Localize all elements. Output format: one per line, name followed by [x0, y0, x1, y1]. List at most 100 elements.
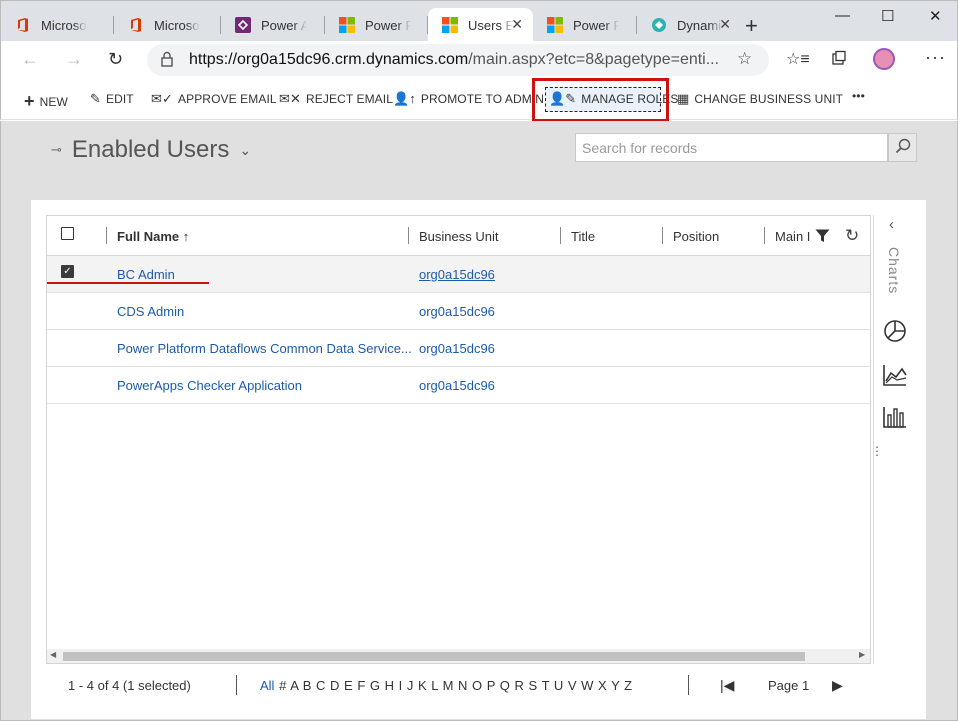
row-checkbox[interactable]: ✓: [61, 265, 74, 278]
view-header: ⊸ Enabled Users ⌄: [0, 121, 958, 200]
pin-icon[interactable]: ⊸: [51, 142, 62, 158]
profile-avatar[interactable]: [873, 48, 895, 70]
charts-label[interactable]: Charts: [886, 247, 902, 294]
charts-pane: ‹ Charts: [873, 215, 913, 664]
cell-full-name[interactable]: PowerApps Checker Application: [117, 378, 302, 393]
refresh-grid-icon[interactable]: ↻: [845, 226, 859, 246]
microsoft-icon: [547, 17, 563, 33]
table-row[interactable]: Power Platform Dataflows Common Data Ser…: [47, 330, 870, 367]
collections-icon[interactable]: [831, 50, 847, 69]
maximize-icon[interactable]: ☐: [881, 7, 894, 25]
column-header-position[interactable]: Position: [673, 229, 719, 244]
close-tab-icon[interactable]: ✕: [511, 16, 523, 33]
table-row[interactable]: ✓ BC Admin org0a15dc96: [47, 256, 870, 293]
area-chart-icon[interactable]: [882, 363, 908, 390]
search-button[interactable]: [888, 133, 917, 162]
column-separator: [560, 227, 561, 244]
manage-roles-button[interactable]: 👤✎ MANAGE ROLES: [549, 91, 679, 107]
refresh-icon[interactable]: ↻: [108, 49, 123, 70]
scrollbar-thumb[interactable]: [63, 652, 805, 661]
view-selector[interactable]: ⊸ Enabled Users ⌄: [51, 136, 251, 164]
record-count: 1 - 4 of 4 (1 selected): [68, 678, 191, 693]
office-icon: [128, 17, 144, 33]
favorite-star-icon[interactable]: ☆: [737, 49, 752, 69]
favorites-list-icon[interactable]: ☆≡: [786, 49, 810, 69]
filter-letters[interactable]: # A B C D E F G H I J K L M N O P Q R S …: [279, 678, 632, 693]
next-page-icon[interactable]: ▶: [832, 677, 843, 694]
filter-all[interactable]: All: [260, 678, 274, 693]
resize-handle-icon[interactable]: ⋮: [871, 445, 883, 457]
column-header-main[interactable]: Main I: [775, 229, 811, 244]
new-label: NEW: [39, 94, 68, 109]
promote-to-admin-button[interactable]: 👤↑ PROMOTE TO ADMIN: [393, 91, 544, 107]
cell-business-unit[interactable]: org0a15dc96: [419, 267, 495, 282]
bar-chart-icon[interactable]: [882, 405, 908, 432]
browser-tab-3[interactable]: Power Apps: [221, 8, 325, 42]
close-tab-icon[interactable]: ✕: [719, 16, 731, 33]
browser-tab-1[interactable]: Microsoft: [1, 8, 114, 42]
new-button[interactable]: + NEW: [24, 91, 68, 112]
reject-email-button[interactable]: ✉✕ REJECT EMAIL: [279, 91, 393, 107]
cell-business-unit[interactable]: org0a15dc96: [419, 378, 495, 393]
window-close-icon[interactable]: ✕: [929, 7, 942, 25]
change-business-unit-label: CHANGE BUSINESS UNIT: [694, 92, 844, 106]
browser-tab-6[interactable]: Power Platform: [533, 8, 637, 42]
url-text[interactable]: https://org0a15dc96.crm.dynamics.com/mai…: [189, 51, 719, 69]
back-icon[interactable]: ←: [21, 49, 39, 70]
change-business-unit-button[interactable]: ▦ CHANGE BUSINESS UNIT: [677, 91, 843, 107]
search-input[interactable]: [576, 134, 887, 161]
grid-footer: 1 - 4 of 4 (1 selected) All # A B C D E …: [46, 665, 871, 707]
browser-tab-2[interactable]: Microsoft: [114, 8, 221, 42]
page-title: Enabled Users: [71, 136, 230, 163]
scroll-right-icon[interactable]: ▶: [859, 650, 865, 659]
select-all-checkbox[interactable]: [61, 227, 74, 240]
cell-full-name[interactable]: BC Admin: [117, 267, 175, 282]
browser-tab-7[interactable]: Dynamics ✕: [637, 8, 741, 42]
alphabet-filter[interactable]: All # A B C D E F G H I J K L M N O P Q …: [260, 678, 632, 693]
filter-icon[interactable]: [815, 229, 830, 246]
chevron-left-icon[interactable]: ‹: [889, 216, 894, 233]
column-header-business-unit[interactable]: Business Unit: [419, 229, 498, 244]
chevron-down-icon[interactable]: ⌄: [239, 142, 251, 159]
reject-email-icon: ✉✕: [279, 91, 301, 106]
forward-icon[interactable]: →: [65, 49, 83, 70]
cell-business-unit[interactable]: org0a15dc96: [419, 341, 495, 356]
promote-user-icon: 👤↑: [393, 91, 416, 106]
edit-label: EDIT: [106, 92, 134, 106]
table-row[interactable]: CDS Admin org0a15dc96: [47, 293, 870, 330]
browser-tab-4[interactable]: Power Platform: [325, 8, 428, 42]
column-separator: [764, 227, 765, 244]
url-path: /main.aspx?etc=8&pagetype=enti...: [468, 51, 720, 68]
new-tab-icon[interactable]: +: [745, 13, 758, 39]
horizontal-scrollbar[interactable]: ◀ ▶: [47, 649, 870, 663]
column-header-full-name[interactable]: Full Name ↑: [117, 229, 189, 244]
browser-menu-icon[interactable]: ···: [925, 47, 946, 68]
dynamics-icon: [651, 17, 667, 33]
plus-icon: +: [24, 91, 35, 111]
column-header-title[interactable]: Title: [571, 229, 595, 244]
first-page-icon[interactable]: |◀: [720, 677, 734, 694]
column-separator: [106, 227, 107, 244]
command-bar: + NEW ✎ EDIT ✉✓ APPROVE EMAIL ✉✕ REJECT …: [0, 79, 958, 120]
more-commands-icon: •••: [852, 89, 865, 103]
edit-button[interactable]: ✎ EDIT: [90, 91, 134, 107]
browser-tab-active[interactable]: Users Enabled ✕: [428, 8, 533, 42]
url-host: https://org0a15dc96.crm.dynamics.com: [189, 51, 469, 68]
more-commands-button[interactable]: •••: [852, 89, 865, 103]
cell-full-name[interactable]: CDS Admin: [117, 304, 184, 319]
pencil-icon: ✎: [90, 91, 101, 106]
approve-email-icon: ✉✓: [151, 91, 173, 106]
search-icon: [895, 138, 911, 157]
grid-header: Full Name ↑ Business Unit Title Position…: [47, 216, 870, 256]
minimize-icon[interactable]: —: [835, 7, 850, 24]
business-unit-icon: ▦: [677, 91, 690, 106]
approve-email-label: APPROVE EMAIL: [178, 92, 277, 106]
reject-email-label: REJECT EMAIL: [306, 92, 393, 106]
approve-email-button[interactable]: ✉✓ APPROVE EMAIL: [151, 91, 277, 107]
pie-chart-icon[interactable]: [883, 319, 907, 346]
cell-full-name[interactable]: Power Platform Dataflows Common Data Ser…: [117, 341, 412, 356]
cell-business-unit[interactable]: org0a15dc96: [419, 304, 495, 319]
scroll-left-icon[interactable]: ◀: [50, 650, 56, 659]
address-bar[interactable]: https://org0a15dc96.crm.dynamics.com/mai…: [147, 44, 769, 76]
table-row[interactable]: PowerApps Checker Application org0a15dc9…: [47, 367, 870, 404]
